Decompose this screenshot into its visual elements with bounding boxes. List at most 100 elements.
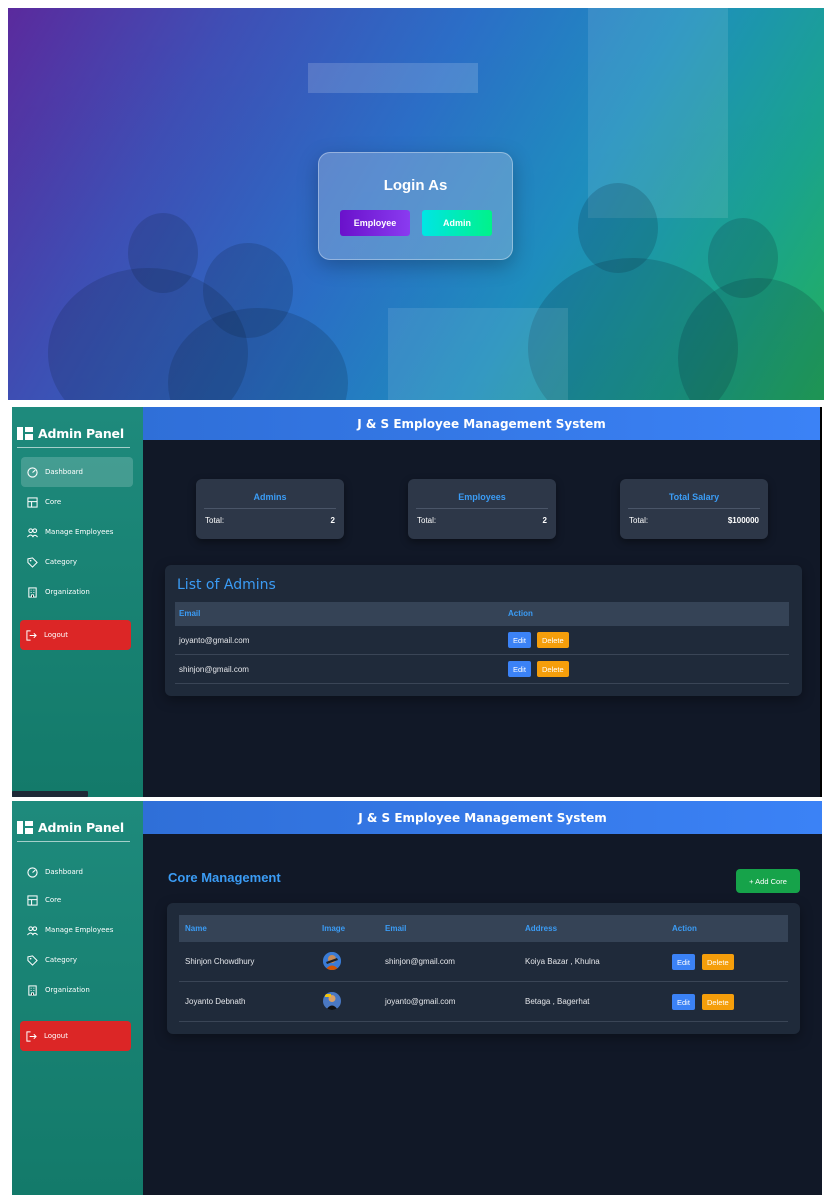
dashboard-icon [27, 866, 38, 878]
sidebar-item-manage-employees[interactable]: Manage Employees [21, 517, 133, 547]
sidebar-item-label: Manage Employees [45, 926, 114, 934]
column-header-action: Action [508, 609, 533, 618]
avatar [323, 992, 341, 1010]
users-icon [27, 527, 38, 537]
column-header-name: Name [185, 924, 207, 933]
delete-button[interactable]: Delete [702, 994, 734, 1010]
divider [416, 508, 548, 509]
delete-button[interactable]: Delete [537, 632, 569, 648]
login-screen: Login As Employee Admin [8, 8, 824, 400]
brand-title: Admin Panel [38, 426, 124, 441]
sidebar-item-label: Category [45, 956, 77, 964]
stat-label: Total: [205, 516, 225, 525]
page-title: Core Management [168, 870, 281, 885]
logout-label: Logout [44, 631, 68, 639]
admins-list-title: List of Admins [177, 577, 276, 593]
stat-card-total-salary: Total Salary Total: $100000 [620, 479, 768, 539]
admin-login-button[interactable]: Admin [422, 210, 492, 236]
sidebar-item-core[interactable]: Core [21, 885, 133, 915]
divider [628, 508, 760, 509]
sidebar-item-organization[interactable]: Organization [21, 577, 133, 607]
table-row: Joyanto Debnath joyanto@gmail.com Betaga… [179, 982, 788, 1022]
building-icon [28, 984, 37, 996]
login-title: Login As [383, 177, 448, 194]
column-header-email: Email [179, 609, 201, 618]
logout-icon [26, 1030, 37, 1042]
employee-login-button[interactable]: Employee [340, 210, 410, 236]
app-title: J & S Employee Management System [358, 810, 607, 825]
delete-button[interactable]: Delete [702, 954, 734, 970]
stat-title: Total Salary [668, 492, 720, 502]
login-card: Login As Employee Admin [318, 152, 513, 260]
edit-button[interactable]: Edit [672, 954, 695, 970]
background-desk [388, 308, 568, 400]
logout-icon [26, 629, 37, 641]
dashboard-icon [27, 466, 38, 478]
stat-label: Total: [629, 516, 649, 525]
sidebar-item-label: Dashboard [45, 868, 83, 876]
sidebar-item-label: Dashboard [45, 468, 83, 476]
avatar-image [323, 952, 341, 970]
core-address: Koiya Bazar , Khulna [525, 957, 600, 966]
column-header-email: Email [385, 924, 407, 933]
building-icon [28, 586, 37, 598]
sidebar-item-label: Manage Employees [45, 528, 114, 536]
sidebar-item-category[interactable]: Category [21, 547, 133, 577]
panel-logo-icon [17, 821, 33, 834]
brand: Admin Panel [17, 420, 130, 448]
sidebar-item-label: Core [45, 896, 62, 904]
app-header: J & S Employee Management System [143, 407, 820, 440]
table-row: joyanto@gmail.com Edit Delete [175, 626, 789, 655]
stat-title: Admins [253, 492, 287, 502]
grid-icon [27, 496, 38, 508]
brand: Admin Panel [17, 814, 130, 842]
sidebar-item-label: Core [45, 498, 62, 506]
brand-title: Admin Panel [38, 820, 124, 835]
dashboard-screen: Admin Panel Dashboard Core Manage Employ… [12, 407, 822, 797]
stat-label: Total: [417, 516, 437, 525]
users-icon [27, 925, 38, 935]
logout-button[interactable]: Logout [20, 620, 131, 650]
admins-list-card: List of Admins Email Action joyanto@gmai… [165, 565, 802, 696]
stat-value: 2 [542, 516, 547, 525]
status-tooltip [12, 791, 88, 797]
logout-label: Logout [44, 1032, 68, 1040]
table-row: Shinjon Chowdhury shinjon@gmail.com Koiy… [179, 942, 788, 982]
sidebar-item-category[interactable]: Category [21, 945, 133, 975]
core-name: Shinjon Chowdhury [185, 957, 255, 966]
column-header-address: Address [525, 924, 558, 933]
sidebar-item-dashboard[interactable]: Dashboard [21, 457, 133, 487]
sidebar-item-label: Organization [45, 588, 90, 596]
background-window-light [308, 63, 478, 93]
app-header: J & S Employee Management System [143, 801, 822, 834]
sidebar-item-manage-employees[interactable]: Manage Employees [21, 915, 133, 945]
table-row: shinjon@gmail.com Edit Delete [175, 655, 789, 684]
core-management-screen: Admin Panel Dashboard Core Manage Employ… [12, 801, 822, 1195]
edit-button[interactable]: Edit [508, 661, 531, 677]
stat-card-employees: Employees Total: 2 [408, 479, 556, 539]
divider [204, 508, 336, 509]
core-address: Betaga , Bagerhat [525, 997, 590, 1006]
grid-icon [27, 894, 38, 906]
column-header-action: Action [672, 924, 697, 933]
logout-button[interactable]: Logout [20, 1021, 131, 1051]
sidebar-item-organization[interactable]: Organization [21, 975, 133, 1005]
tag-icon [27, 954, 38, 966]
sidebar: Admin Panel Dashboard Core Manage Employ… [12, 801, 143, 1195]
sidebar-item-dashboard[interactable]: Dashboard [21, 857, 133, 887]
edit-button[interactable]: Edit [508, 632, 531, 648]
tag-icon [27, 556, 38, 568]
sidebar-item-core[interactable]: Core [21, 487, 133, 517]
admin-email: joyanto@gmail.com [179, 636, 250, 645]
avatar-image [323, 992, 341, 1010]
core-email: shinjon@gmail.com [385, 957, 455, 966]
sidebar: Admin Panel Dashboard Core Manage Employ… [12, 407, 143, 797]
stat-value: $100000 [727, 516, 759, 525]
admin-email: shinjon@gmail.com [179, 665, 249, 674]
delete-button[interactable]: Delete [537, 661, 569, 677]
core-name: Joyanto Debnath [185, 997, 246, 1006]
core-email: joyanto@gmail.com [385, 997, 456, 1006]
edit-button[interactable]: Edit [672, 994, 695, 1010]
table-header: Name Image Email Address Action [179, 915, 788, 942]
add-core-button[interactable]: + Add Core [736, 869, 800, 893]
